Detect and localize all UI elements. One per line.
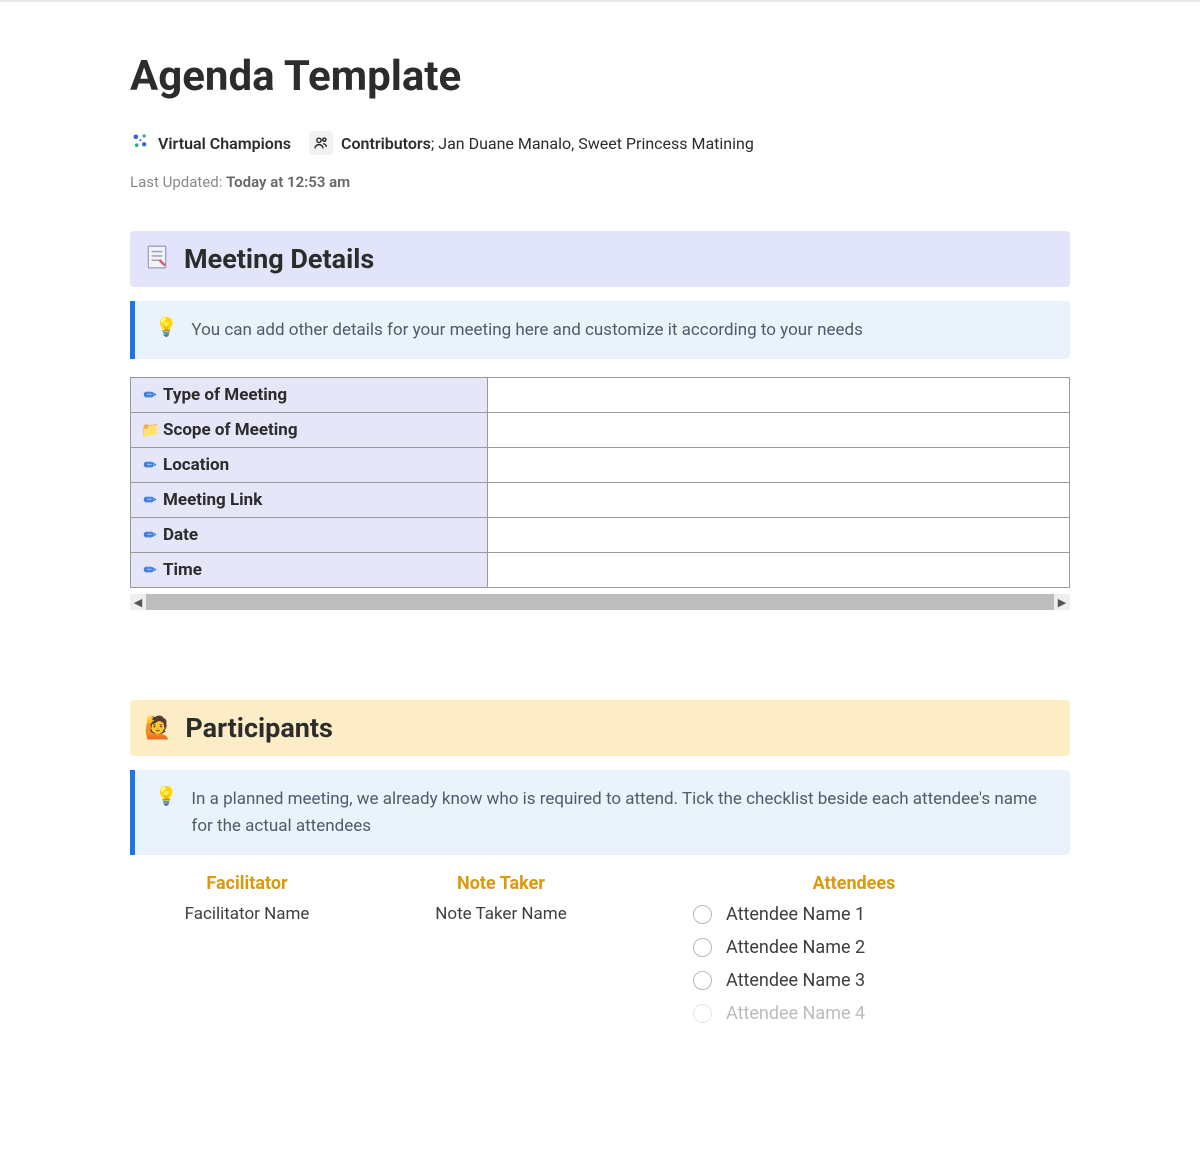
- last-updated-value: Today at 12:53 am: [226, 173, 350, 191]
- detail-label-cell[interactable]: 📁Scope of Meeting: [131, 413, 488, 448]
- participants-callout-text: In a planned meeting, we already know wh…: [191, 786, 1050, 839]
- attendee-name: Attendee Name 3: [726, 970, 865, 991]
- lightbulb-icon: 💡: [155, 317, 177, 338]
- attendee-checkbox[interactable]: [693, 1004, 712, 1023]
- detail-label-cell[interactable]: ✏Location: [131, 448, 488, 483]
- table-row: ✏Type of Meeting: [131, 378, 1070, 413]
- team-chip[interactable]: Virtual Champions: [130, 131, 291, 155]
- meta-row: Virtual Champions Contributors; Jan Duan…: [130, 131, 1070, 155]
- meeting-details-callout-text: You can add other details for your meeti…: [191, 317, 863, 343]
- detail-label-text: Date: [163, 525, 198, 545]
- attendee-item[interactable]: Attendee Name 2: [693, 937, 1070, 958]
- detail-value-cell[interactable]: [487, 448, 1069, 483]
- meeting-details-heading: Meeting Details: [184, 243, 374, 275]
- memo-icon: [144, 244, 170, 274]
- attendee-item[interactable]: Attendee Name 3: [693, 970, 1070, 991]
- page-title: Agenda Template: [130, 52, 1070, 101]
- pencil-icon: ✏: [141, 386, 159, 404]
- facilitator-label: Facilitator: [130, 873, 364, 894]
- detail-value-cell[interactable]: [487, 483, 1069, 518]
- contributors-chip[interactable]: Contributors; Jan Duane Manalo, Sweet Pr…: [309, 131, 754, 155]
- attendees-label: Attendees: [638, 873, 1070, 894]
- last-updated-label: Last Updated:: [130, 173, 222, 191]
- attendee-list: Attendee Name 1 Attendee Name 2 Attendee N…: [638, 904, 1070, 1024]
- detail-label-text: Meeting Link: [163, 490, 262, 510]
- person-raising-hand-icon: 🙋: [144, 716, 171, 741]
- meeting-details-table: ✏Type of Meeting📁Scope of Meeting✏Locati…: [130, 377, 1070, 588]
- detail-label-cell[interactable]: ✏Meeting Link: [131, 483, 488, 518]
- attendee-name: Attendee Name 2: [726, 937, 865, 958]
- attendee-item[interactable]: Attendee Name 1: [693, 904, 1070, 925]
- attendees-column: Attendees Attendee Name 1 Attendee Name 2…: [638, 873, 1070, 1036]
- scroll-left-icon[interactable]: ◀: [130, 594, 146, 610]
- scroll-right-icon[interactable]: ▶: [1054, 594, 1070, 610]
- participants-callout: 💡 In a planned meeting, we already know …: [130, 770, 1070, 855]
- table-row: ✏Time: [131, 553, 1070, 588]
- attendee-name: Attendee Name 4: [726, 1003, 865, 1024]
- table-row: 📁Scope of Meeting: [131, 413, 1070, 448]
- detail-label-cell[interactable]: ✏Type of Meeting: [131, 378, 488, 413]
- contributors-label: Contributors: [341, 134, 431, 153]
- team-name: Virtual Champions: [158, 134, 291, 153]
- participants-grid: Facilitator Facilitator Name Note Taker …: [130, 873, 1070, 1036]
- table-row: ✏Location: [131, 448, 1070, 483]
- meeting-details-callout: 💡 You can add other details for your mee…: [130, 301, 1070, 359]
- horizontal-scrollbar[interactable]: ◀ ▶: [130, 594, 1070, 610]
- scroll-thumb[interactable]: [146, 594, 1054, 610]
- detail-label-text: Type of Meeting: [163, 385, 287, 405]
- pencil-icon: ✏: [141, 456, 159, 474]
- contributors-names: Jan Duane Manalo, Sweet Princess Matinin…: [438, 134, 754, 153]
- facilitator-name[interactable]: Facilitator Name: [130, 904, 364, 924]
- pencil-icon: ✏: [141, 526, 159, 544]
- detail-label-text: Scope of Meeting: [163, 420, 298, 440]
- last-updated: Last Updated: Today at 12:53 am: [130, 173, 1070, 191]
- table-row: ✏Meeting Link: [131, 483, 1070, 518]
- detail-value-cell[interactable]: [487, 413, 1069, 448]
- detail-label-text: Location: [163, 455, 229, 475]
- attendee-checkbox[interactable]: [693, 971, 712, 990]
- detail-label-text: Time: [163, 560, 202, 580]
- participants-heading: Participants: [185, 712, 333, 744]
- meeting-details-header: Meeting Details: [130, 231, 1070, 287]
- attendee-checkbox[interactable]: [693, 938, 712, 957]
- notetaker-name[interactable]: Note Taker Name: [384, 904, 618, 924]
- notetaker-label: Note Taker: [384, 873, 618, 894]
- facilitator-column: Facilitator Facilitator Name: [130, 873, 364, 1036]
- pencil-icon: ✏: [141, 561, 159, 579]
- table-row: ✏Date: [131, 518, 1070, 553]
- people-icon: [309, 131, 333, 155]
- attendee-checkbox[interactable]: [693, 905, 712, 924]
- notetaker-column: Note Taker Note Taker Name: [384, 873, 618, 1036]
- attendee-item[interactable]: Attendee Name 4: [693, 1003, 1070, 1024]
- detail-label-cell[interactable]: ✏Date: [131, 518, 488, 553]
- detail-label-cell[interactable]: ✏Time: [131, 553, 488, 588]
- folder-icon: 📁: [141, 421, 159, 439]
- lightbulb-icon: 💡: [155, 786, 177, 807]
- team-logo-icon: [130, 131, 150, 155]
- attendee-name: Attendee Name 1: [726, 904, 865, 925]
- detail-value-cell[interactable]: [487, 553, 1069, 588]
- pencil-icon: ✏: [141, 491, 159, 509]
- detail-value-cell[interactable]: [487, 518, 1069, 553]
- participants-header: 🙋 Participants: [130, 700, 1070, 756]
- detail-value-cell[interactable]: [487, 378, 1069, 413]
